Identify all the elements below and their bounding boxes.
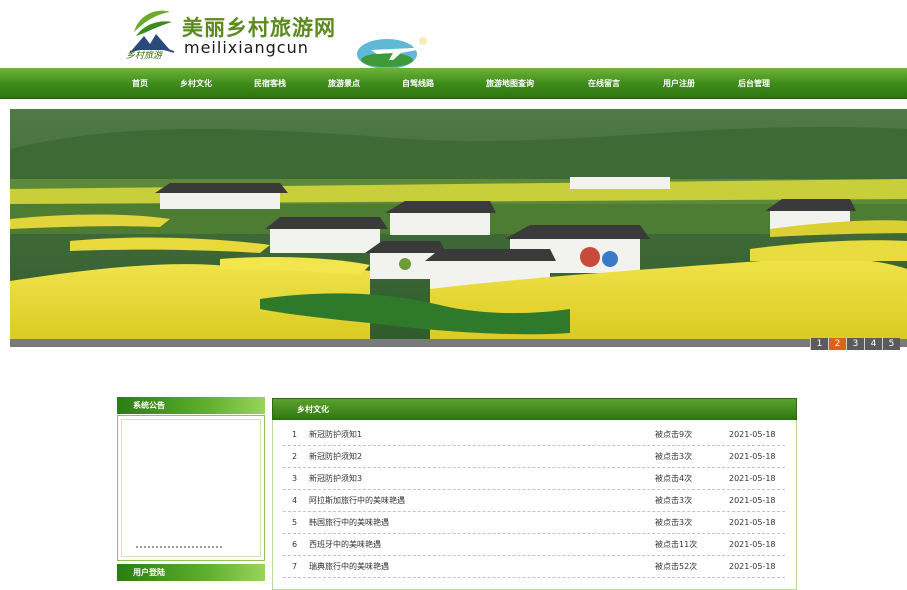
logo-script-text: 乡村旅游 bbox=[126, 51, 163, 61]
article-row: 7 瑞典旅行中的美味艳遇 被点击52次 2021-05-18 bbox=[283, 556, 785, 578]
nav-item-rural-culture[interactable]: 乡村文化 bbox=[180, 68, 212, 99]
slide-dot-4[interactable]: 4 bbox=[864, 338, 882, 350]
row-number: 2 bbox=[292, 452, 298, 461]
article-row: 3 新冠防护须知3 被点击4次 2021-05-18 bbox=[283, 468, 785, 490]
hit-count: 被点击3次 bbox=[655, 452, 693, 461]
hit-count: 被点击4次 bbox=[655, 474, 693, 483]
site-logo[interactable]: 美丽乡村旅游网 meilixiangcun 乡村旅游 bbox=[126, 6, 366, 64]
hit-count: 被点击52次 bbox=[655, 562, 698, 571]
nav-item-attractions[interactable]: 旅游景点 bbox=[328, 68, 360, 99]
article-row: 6 西班牙中的美味艳遇 被点击11次 2021-05-18 bbox=[283, 534, 785, 556]
section-title: 乡村文化 bbox=[272, 398, 797, 420]
publish-date: 2021-05-18 bbox=[729, 496, 776, 505]
row-number: 3 bbox=[292, 474, 298, 483]
publish-date: 2021-05-18 bbox=[729, 452, 776, 461]
slide-dot-3[interactable]: 3 bbox=[846, 338, 864, 350]
slide-dot-2[interactable]: 2 bbox=[828, 338, 846, 350]
banner-image[interactable] bbox=[10, 109, 907, 347]
publish-date: 2021-05-18 bbox=[729, 540, 776, 549]
hit-count: 被点击3次 bbox=[655, 496, 693, 505]
publish-date: 2021-05-18 bbox=[729, 518, 776, 527]
publish-date: 2021-05-18 bbox=[729, 474, 776, 483]
row-number: 7 bbox=[292, 562, 298, 571]
article-title-link[interactable]: 新冠防护须知2 bbox=[309, 446, 362, 468]
row-number: 6 bbox=[292, 540, 298, 549]
airplane-badge-icon bbox=[357, 37, 427, 68]
rural-landscape-illustration bbox=[10, 109, 907, 347]
article-title-link[interactable]: 韩国旅行中的美味艳遇 bbox=[309, 512, 389, 534]
nav-item-inns[interactable]: 民宿客栈 bbox=[254, 68, 286, 99]
article-title-link[interactable]: 西班牙中的美味艳遇 bbox=[309, 534, 381, 556]
nav-item-map-search[interactable]: 旅游地图查询 bbox=[486, 68, 534, 99]
hit-count: 被点击3次 bbox=[655, 518, 693, 527]
site-header: 美丽乡村旅游网 meilixiangcun 乡村旅游 bbox=[0, 0, 907, 68]
nav-item-driving-routes[interactable]: 自驾线路 bbox=[402, 68, 434, 99]
article-title-link[interactable]: 新冠防护须知1 bbox=[309, 424, 362, 446]
nav-item-home[interactable]: 首页 bbox=[132, 68, 148, 99]
nav-item-admin[interactable]: 后台管理 bbox=[738, 68, 770, 99]
notice-panel bbox=[117, 415, 265, 561]
article-title-link[interactable]: 阿拉斯加旅行中的美味艳遇 bbox=[309, 490, 405, 512]
login-panel-title: 用户登陆 bbox=[117, 564, 265, 581]
article-row: 1 新冠防护须知1 被点击9次 2021-05-18 bbox=[283, 424, 785, 446]
slide-dot-5[interactable]: 5 bbox=[882, 338, 900, 350]
banner-caption-bar bbox=[10, 339, 907, 347]
article-title-link[interactable]: 瑞典旅行中的美味艳遇 bbox=[309, 556, 389, 578]
article-row: 5 韩国旅行中的美味艳遇 被点击3次 2021-05-18 bbox=[283, 512, 785, 534]
article-row: 4 阿拉斯加旅行中的美味艳遇 被点击3次 2021-05-18 bbox=[283, 490, 785, 512]
logo-subtitle: meilixiangcun bbox=[184, 38, 309, 57]
hit-count: 被点击11次 bbox=[655, 540, 698, 549]
publish-date: 2021-05-18 bbox=[729, 430, 776, 439]
nav-item-messages[interactable]: 在线留言 bbox=[588, 68, 620, 99]
notice-scroll-area bbox=[121, 419, 261, 557]
article-row: 2 新冠防护须知2 被点击3次 2021-05-18 bbox=[283, 446, 785, 468]
notice-scrolling-item[interactable] bbox=[136, 546, 222, 550]
row-number: 5 bbox=[292, 518, 298, 527]
nav-item-register[interactable]: 用户注册 bbox=[663, 68, 695, 99]
row-number: 4 bbox=[292, 496, 298, 505]
slide-dot-1[interactable]: 1 bbox=[810, 338, 828, 350]
slide-indicator: 1 2 3 4 5 bbox=[810, 338, 900, 350]
notice-panel-title: 系统公告 bbox=[117, 397, 265, 414]
publish-date: 2021-05-18 bbox=[729, 562, 776, 571]
main-nav: 首页 乡村文化 民宿客栈 旅游景点 自驾线路 旅游地图查询 在线留言 用户注册 … bbox=[0, 68, 907, 99]
hit-count: 被点击9次 bbox=[655, 430, 693, 439]
article-title-link[interactable]: 新冠防护须知3 bbox=[309, 468, 362, 490]
row-number: 1 bbox=[292, 430, 298, 439]
